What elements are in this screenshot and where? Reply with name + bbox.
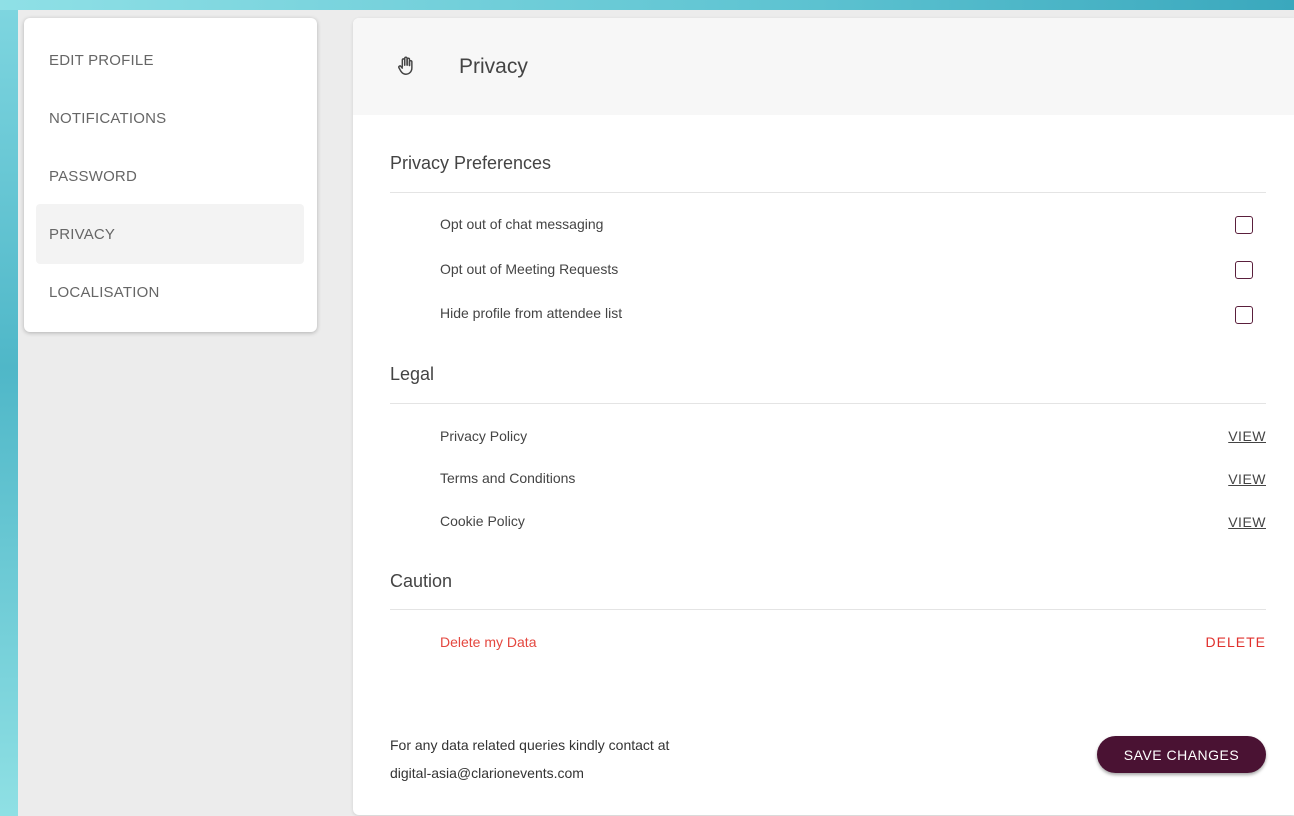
opt-out-meeting-label: Opt out of Meeting Requests xyxy=(440,261,619,277)
section-title-legal: Legal xyxy=(390,364,435,384)
background-top-edge xyxy=(0,0,1294,10)
divider xyxy=(390,609,1266,610)
sidebar-item-privacy[interactable]: PRIVACY xyxy=(36,204,304,264)
panel-header: Privacy xyxy=(353,18,1294,115)
page-title: Privacy xyxy=(459,55,528,78)
contact-info: For any data related queries kindly cont… xyxy=(390,731,669,787)
privacy-panel: Privacy Privacy Preferences Opt out of c… xyxy=(353,18,1294,815)
delete-data-label: Delete my Data xyxy=(440,634,537,650)
sidebar-item-notifications[interactable]: NOTIFICATIONS xyxy=(36,88,304,148)
opt-out-chat-checkbox[interactable] xyxy=(1235,216,1253,234)
contact-line-1: For any data related queries kindly cont… xyxy=(390,737,670,753)
hand-icon xyxy=(398,56,413,75)
cookie-policy-label: Cookie Policy xyxy=(440,513,525,529)
opt-out-chat-label: Opt out of chat messaging xyxy=(440,216,604,232)
divider xyxy=(390,192,1266,193)
save-changes-button[interactable]: SAVE CHANGES xyxy=(1097,736,1266,773)
privacy-policy-view-link[interactable]: VIEW xyxy=(1228,428,1266,444)
section-title-caution: Caution xyxy=(390,571,453,591)
settings-sidebar: EDIT PROFILE NOTIFICATIONS PASSWORD PRIV… xyxy=(24,18,317,332)
divider xyxy=(390,403,1266,404)
opt-out-meeting-checkbox[interactable] xyxy=(1235,261,1253,279)
hide-profile-label: Hide profile from attendee list xyxy=(440,305,623,321)
terms-conditions-view-link[interactable]: VIEW xyxy=(1228,471,1266,487)
cookie-policy-view-link[interactable]: VIEW xyxy=(1228,514,1266,530)
sidebar-item-localisation[interactable]: LOCALISATION xyxy=(36,262,304,322)
terms-conditions-label: Terms and Conditions xyxy=(440,470,576,486)
privacy-policy-label: Privacy Policy xyxy=(440,428,528,444)
background-left-edge xyxy=(0,0,18,816)
contact-email: digital-asia@clarionevents.com xyxy=(390,765,584,781)
sidebar-item-password[interactable]: PASSWORD xyxy=(36,146,304,206)
section-title-privacy-preferences: Privacy Preferences xyxy=(390,153,552,173)
sidebar-item-edit-profile[interactable]: EDIT PROFILE xyxy=(36,30,304,90)
hide-profile-checkbox[interactable] xyxy=(1235,306,1253,324)
delete-data-button[interactable]: DELETE xyxy=(1206,634,1266,650)
